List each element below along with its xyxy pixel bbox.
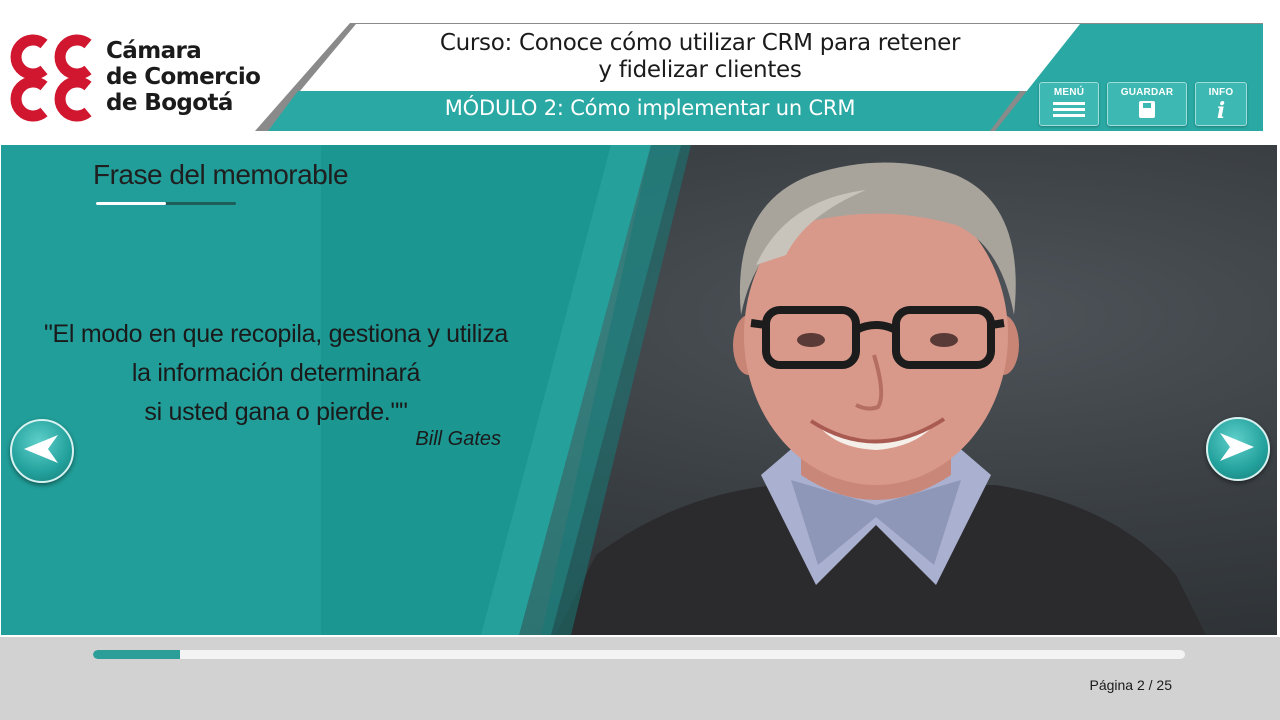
- header: Cámara de Comercio de Bogotá Curso: Cono…: [0, 0, 1280, 140]
- logo-line-3: de Bogotá: [106, 90, 233, 116]
- section-title: Frase del memorable: [93, 159, 349, 190]
- section-underline: [96, 202, 236, 205]
- quote-author: Bill Gates: [415, 428, 501, 450]
- quote-line-1: "El modo en que recopila, gestiona y uti…: [43, 320, 508, 348]
- quote-line-3: si usted gana o pierde."": [144, 398, 408, 426]
- camara-comercio-bogota-logo: Cámara de Comercio de Bogotá: [4, 34, 274, 124]
- progress-bar: [93, 650, 1185, 659]
- menu-button-label: MENÚ: [1053, 87, 1085, 98]
- course-title: Curso: Conoce cómo utilizar CRM para ret…: [330, 30, 1070, 84]
- slide-content: Frase del memorable "El modo en que reco…: [1, 145, 1277, 635]
- save-button-label: GUARDAR: [1120, 87, 1174, 98]
- next-page-button[interactable]: [1206, 417, 1270, 481]
- logo-line-2: de Comercio: [106, 64, 261, 90]
- previous-page-button[interactable]: [10, 419, 74, 483]
- ccb-logo-mark: [10, 34, 92, 122]
- quote-line-2: la información determinará: [131, 359, 421, 387]
- info-button-label: INFO: [1208, 87, 1234, 98]
- footer: Página 2 / 25: [0, 637, 1280, 720]
- save-icon: [1139, 101, 1155, 118]
- info-icon: i: [1216, 98, 1226, 124]
- info-button[interactable]: INFO i: [1195, 82, 1247, 126]
- logo-text: Cámara de Comercio de Bogotá: [106, 38, 261, 116]
- menu-button[interactable]: MENÚ: [1039, 82, 1099, 126]
- page-number: Página 2 / 25: [1089, 677, 1172, 693]
- save-button[interactable]: GUARDAR: [1107, 82, 1187, 126]
- hamburger-icon: [1053, 102, 1085, 118]
- course-title-line-1: Curso: Conoce cómo utilizar CRM para ret…: [439, 30, 961, 56]
- logo-line-1: Cámara: [106, 38, 202, 64]
- quote-text: "El modo en que recopila, gestiona y uti…: [31, 315, 521, 432]
- module-title: MÓDULO 2: Cómo implementar un CRM: [444, 96, 856, 120]
- progress-fill: [93, 650, 181, 659]
- arrow-left-icon: [24, 435, 58, 463]
- course-title-line-2: y fidelizar clientes: [598, 57, 802, 83]
- arrow-right-icon: [1220, 433, 1254, 461]
